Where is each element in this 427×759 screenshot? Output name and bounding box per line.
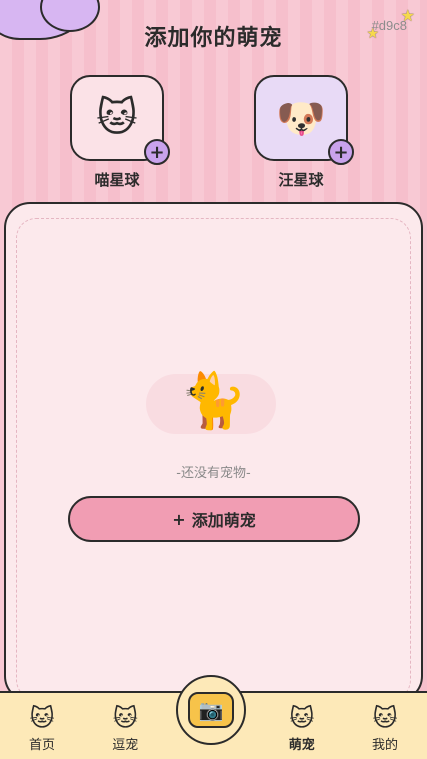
- species-label-cat: 喵星球: [94, 171, 140, 189]
- camera-glyph: 📷: [198, 698, 224, 722]
- panel-dashed-border: [16, 218, 411, 700]
- mine-cat-icon: 🐱: [372, 704, 398, 732]
- add-pet-button[interactable]: + 添加萌宠: [68, 496, 360, 542]
- add-dog-button[interactable]: +: [328, 139, 354, 165]
- add-cat-button[interactable]: +: [144, 139, 170, 165]
- plus-icon: +: [172, 509, 186, 529]
- camera-button[interactable]: 📷: [176, 675, 246, 745]
- species-dog[interactable]: 🐶 + 汪星球: [254, 75, 354, 190]
- empty-state-text: -还没有宠物-: [176, 466, 251, 481]
- cat-icon: 🐱: [96, 95, 138, 141]
- play-cat-icon: 🐱: [112, 704, 138, 732]
- sleeping-cat-icon: 🐈: [179, 369, 248, 432]
- camera-icon: 📷: [188, 692, 234, 728]
- tab-label: 首页: [28, 738, 55, 753]
- cat-card[interactable]: 🐱 +: [70, 75, 170, 165]
- tab-mine[interactable]: 🐱 我的: [355, 704, 415, 753]
- species-cat[interactable]: 🐱 + 喵星球: [70, 75, 170, 190]
- tab-label: 我的: [371, 738, 398, 753]
- tab-play[interactable]: 🐱 逗宠: [95, 704, 155, 753]
- tab-label: 逗宠: [112, 738, 139, 753]
- add-pet-label: 添加萌宠: [191, 511, 256, 530]
- tab-pets[interactable]: 🐱 萌宠: [272, 704, 332, 753]
- dog-icon: 🐶: [276, 95, 326, 142]
- star-icon: ★: [400, 6, 415, 25]
- dog-card[interactable]: 🐶 +: [254, 75, 354, 165]
- tab-label: 萌宠: [288, 738, 315, 753]
- home-cat-icon: 🐱: [29, 704, 55, 732]
- page-title: 添加你的萌宠: [144, 26, 283, 51]
- pet-list-panel: 🐈 -还没有宠物- + 添加萌宠: [4, 202, 423, 702]
- pets-cat-icon: 🐱: [289, 704, 315, 732]
- star-icon: ★: [366, 26, 379, 42]
- tab-home[interactable]: 🐱 首页: [12, 704, 72, 753]
- species-label-dog: 汪星球: [278, 171, 324, 189]
